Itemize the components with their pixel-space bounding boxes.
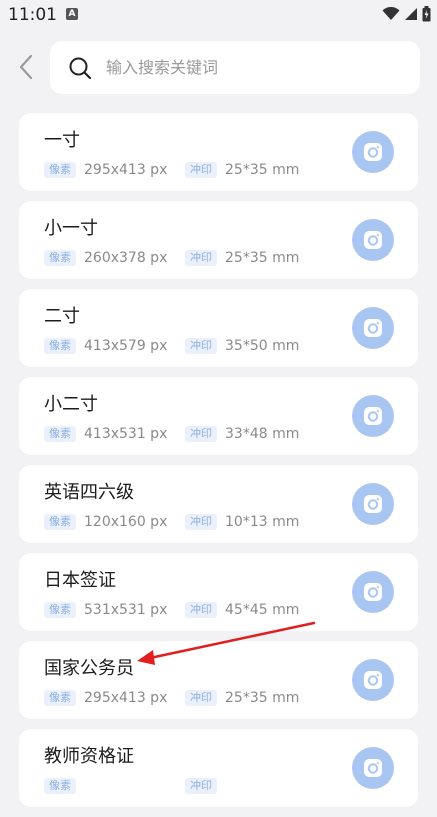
print-info: 冲印 33*48 mm (185, 426, 299, 442)
signal-icon (405, 8, 417, 20)
back-button[interactable] (12, 52, 40, 82)
camera-icon (364, 407, 382, 425)
photo-size-card[interactable]: 一寸 像素 295x413 px 冲印 25*35 mm (19, 113, 418, 191)
pixel-value: 413x531 px (84, 426, 168, 442)
camera-icon (364, 583, 382, 601)
pixel-tag: 像素 (44, 602, 76, 618)
pixel-value: 120x160 px (84, 514, 168, 530)
camera-icon (364, 319, 382, 337)
status-time: 11:01 (8, 5, 57, 25)
photo-size-card[interactable]: 小二寸 像素 413x531 px 冲印 33*48 mm (19, 377, 418, 455)
pixel-tag: 像素 (44, 514, 76, 530)
camera-icon (364, 759, 382, 777)
pixel-info: 像素 413x579 px (44, 338, 167, 354)
photo-size-card[interactable]: 二寸 像素 413x579 px 冲印 35*50 mm (19, 289, 418, 367)
camera-icon (364, 231, 382, 249)
photo-size-card[interactable]: 日本签证 像素 531x531 px 冲印 45*45 mm (19, 553, 418, 631)
photo-size-card[interactable]: 教师资格证 像素 冲印 (19, 729, 418, 807)
camera-button[interactable] (352, 571, 394, 613)
search-box[interactable] (50, 41, 420, 94)
pixel-value: 295x413 px (84, 162, 168, 178)
print-value: 10*13 mm (225, 514, 300, 530)
pixel-tag: 像素 (44, 426, 76, 442)
camera-icon (364, 143, 382, 161)
photo-size-title: 小一寸 (44, 218, 98, 239)
pixel-tag: 像素 (44, 250, 76, 266)
photo-size-title: 英语四六级 (44, 482, 134, 503)
status-bar: 11:01 A (0, 0, 437, 30)
print-value: 45*45 mm (225, 602, 300, 618)
pixel-info: 像素 295x413 px (44, 690, 167, 706)
chevron-left-icon (19, 54, 33, 80)
pixel-value: 295x413 px (84, 690, 168, 706)
photo-size-title: 国家公务员 (44, 658, 134, 679)
photo-size-title: 教师资格证 (44, 746, 134, 767)
print-tag: 冲印 (185, 250, 217, 266)
print-value: 25*35 mm (225, 690, 300, 706)
print-info: 冲印 (185, 778, 225, 794)
camera-button[interactable] (352, 395, 394, 437)
photo-size-card[interactable]: 国家公务员 像素 295x413 px 冲印 25*35 mm (19, 641, 418, 719)
status-indicators (382, 6, 431, 22)
print-info: 冲印 10*13 mm (185, 514, 299, 530)
photo-size-card[interactable]: 英语四六级 像素 120x160 px 冲印 10*13 mm (19, 465, 418, 543)
pixel-value: 531x531 px (84, 602, 168, 618)
print-tag: 冲印 (185, 778, 217, 794)
pixel-tag: 像素 (44, 338, 76, 354)
camera-button[interactable] (352, 219, 394, 261)
search-bar-row (0, 40, 437, 95)
battery-icon (422, 6, 431, 22)
photo-size-list: 一寸 像素 295x413 px 冲印 25*35 mm 小一寸 像素 260x… (19, 113, 418, 817)
print-value: 33*48 mm (225, 426, 300, 442)
camera-button[interactable] (352, 307, 394, 349)
photo-size-title: 小二寸 (44, 394, 98, 415)
photo-size-title: 日本签证 (44, 570, 116, 591)
pixel-info: 像素 120x160 px (44, 514, 167, 530)
notification-app-icon: A (66, 8, 78, 20)
pixel-tag: 像素 (44, 690, 76, 706)
print-tag: 冲印 (185, 162, 217, 178)
photo-size-card[interactable]: 小一寸 像素 260x378 px 冲印 25*35 mm (19, 201, 418, 279)
pixel-info: 像素 260x378 px (44, 250, 167, 266)
search-icon (68, 56, 92, 80)
camera-button[interactable] (352, 659, 394, 701)
pixel-tag: 像素 (44, 778, 76, 794)
camera-button[interactable] (352, 747, 394, 789)
print-tag: 冲印 (185, 602, 217, 618)
pixel-info: 像素 (44, 778, 84, 794)
print-tag: 冲印 (185, 426, 217, 442)
print-value: 35*50 mm (225, 338, 300, 354)
camera-button[interactable] (352, 483, 394, 525)
pixel-info: 像素 531x531 px (44, 602, 167, 618)
photo-size-title: 一寸 (44, 130, 80, 151)
print-tag: 冲印 (185, 338, 217, 354)
print-info: 冲印 45*45 mm (185, 602, 299, 618)
print-value: 25*35 mm (225, 162, 300, 178)
print-value: 25*35 mm (225, 250, 300, 266)
pixel-info: 像素 413x531 px (44, 426, 167, 442)
pixel-info: 像素 295x413 px (44, 162, 167, 178)
print-info: 冲印 25*35 mm (185, 250, 299, 266)
print-tag: 冲印 (185, 690, 217, 706)
camera-icon (364, 495, 382, 513)
camera-button[interactable] (352, 131, 394, 173)
print-info: 冲印 35*50 mm (185, 338, 299, 354)
pixel-tag: 像素 (44, 162, 76, 178)
print-tag: 冲印 (185, 514, 217, 530)
pixel-value: 413x579 px (84, 338, 168, 354)
pixel-value: 260x378 px (84, 250, 168, 266)
camera-icon (364, 671, 382, 689)
print-info: 冲印 25*35 mm (185, 162, 299, 178)
search-input[interactable] (104, 57, 398, 78)
print-info: 冲印 25*35 mm (185, 690, 299, 706)
wifi-icon (382, 7, 400, 20)
photo-size-title: 二寸 (44, 306, 80, 327)
